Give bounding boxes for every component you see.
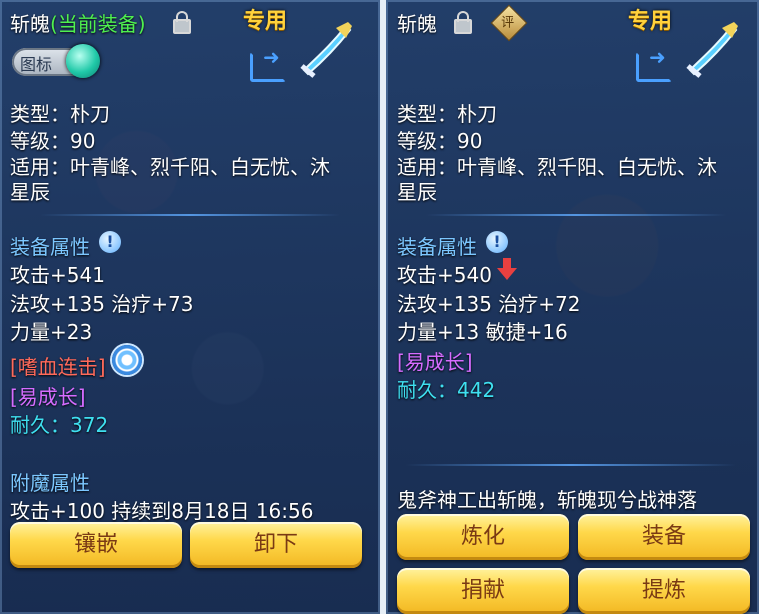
item-level: 等级：90 [397,129,483,153]
donate-button[interactable]: 捐献 [397,568,569,614]
unequip-button[interactable]: 卸下 [190,522,362,568]
exclusive-label: 专用 [243,9,288,34]
current-equipment-panel: 斩魄(当前装备) 专用 图标 类型：朴刀 等级：90 适用：叶青峰、烈千阳、白无… [0,0,380,614]
item-suitable-cont: 星辰 [397,180,437,204]
divider [406,464,736,466]
attack-stat: 攻击+541 [10,263,105,287]
enchant-title: 附魔属性 [10,471,90,495]
equip-button[interactable]: 装备 [578,514,750,560]
growth-tag: [易成长] [397,350,473,374]
toggle-label: 图标 [20,55,53,74]
icon-toggle[interactable]: 图标 [12,44,100,78]
item-name: 斩魄 [397,12,437,36]
item-suitable: 适用：叶青峰、烈千阳、白无忧、沐 [10,155,330,179]
strength-agility-stat: 力量+13 敏捷+16 [397,320,568,344]
strength-stat: 力量+23 [10,320,93,344]
compare-equipment-panel: 斩魄 评 专用 类型：朴刀 等级：90 适用：叶青峰、烈千阳、白无忧、沐 星辰 … [386,0,759,614]
skill-swirl-icon[interactable] [112,345,142,375]
item-type: 类型：朴刀 [10,102,110,126]
share-icon[interactable] [250,45,286,82]
durability: 耐久：442 [397,378,496,402]
magic-heal-stat: 法攻+135 治疗+73 [10,292,194,316]
divider [40,214,340,216]
flavor-text: 鬼斧神工出斩魄，斩魄现兮战神落 [397,488,697,512]
magic-heal-stat: 法攻+135 治疗+72 [397,292,581,316]
share-icon[interactable] [636,45,672,82]
growth-tag: [易成长] [10,385,86,409]
enchant-value: 攻击+100 持续到8月18日 16:56 [10,499,314,523]
item-type: 类型：朴刀 [397,102,497,126]
info-icon[interactable]: ! [486,231,508,253]
info-icon[interactable]: ! [99,231,121,253]
divider [426,214,726,216]
item-name: 斩魄(当前装备) [10,12,146,36]
item-suitable: 适用：叶青峰、烈千阳、白无忧、沐 [397,155,717,179]
attr-title: 装备属性 [397,235,477,259]
exclusive-label: 专用 [628,9,673,34]
attack-stat: 攻击+540 [397,263,492,287]
item-suitable-cont: 星辰 [10,180,50,204]
attr-title: 装备属性 [10,235,90,259]
evaluate-icon[interactable]: 评 [490,4,528,42]
lock-icon[interactable] [454,11,472,34]
refine-button[interactable]: 炼化 [397,514,569,560]
toggle-knob [66,44,100,78]
weapon-icon [300,22,352,78]
extract-button[interactable]: 提炼 [578,568,750,614]
weapon-icon [686,22,738,78]
lock-icon[interactable] [173,11,191,34]
durability: 耐久：372 [10,413,109,437]
down-arrow-icon [497,258,517,280]
inlay-button[interactable]: 镶嵌 [10,522,182,568]
skill-name: [嗜血连击] [10,355,106,379]
item-level: 等级：90 [10,129,96,153]
